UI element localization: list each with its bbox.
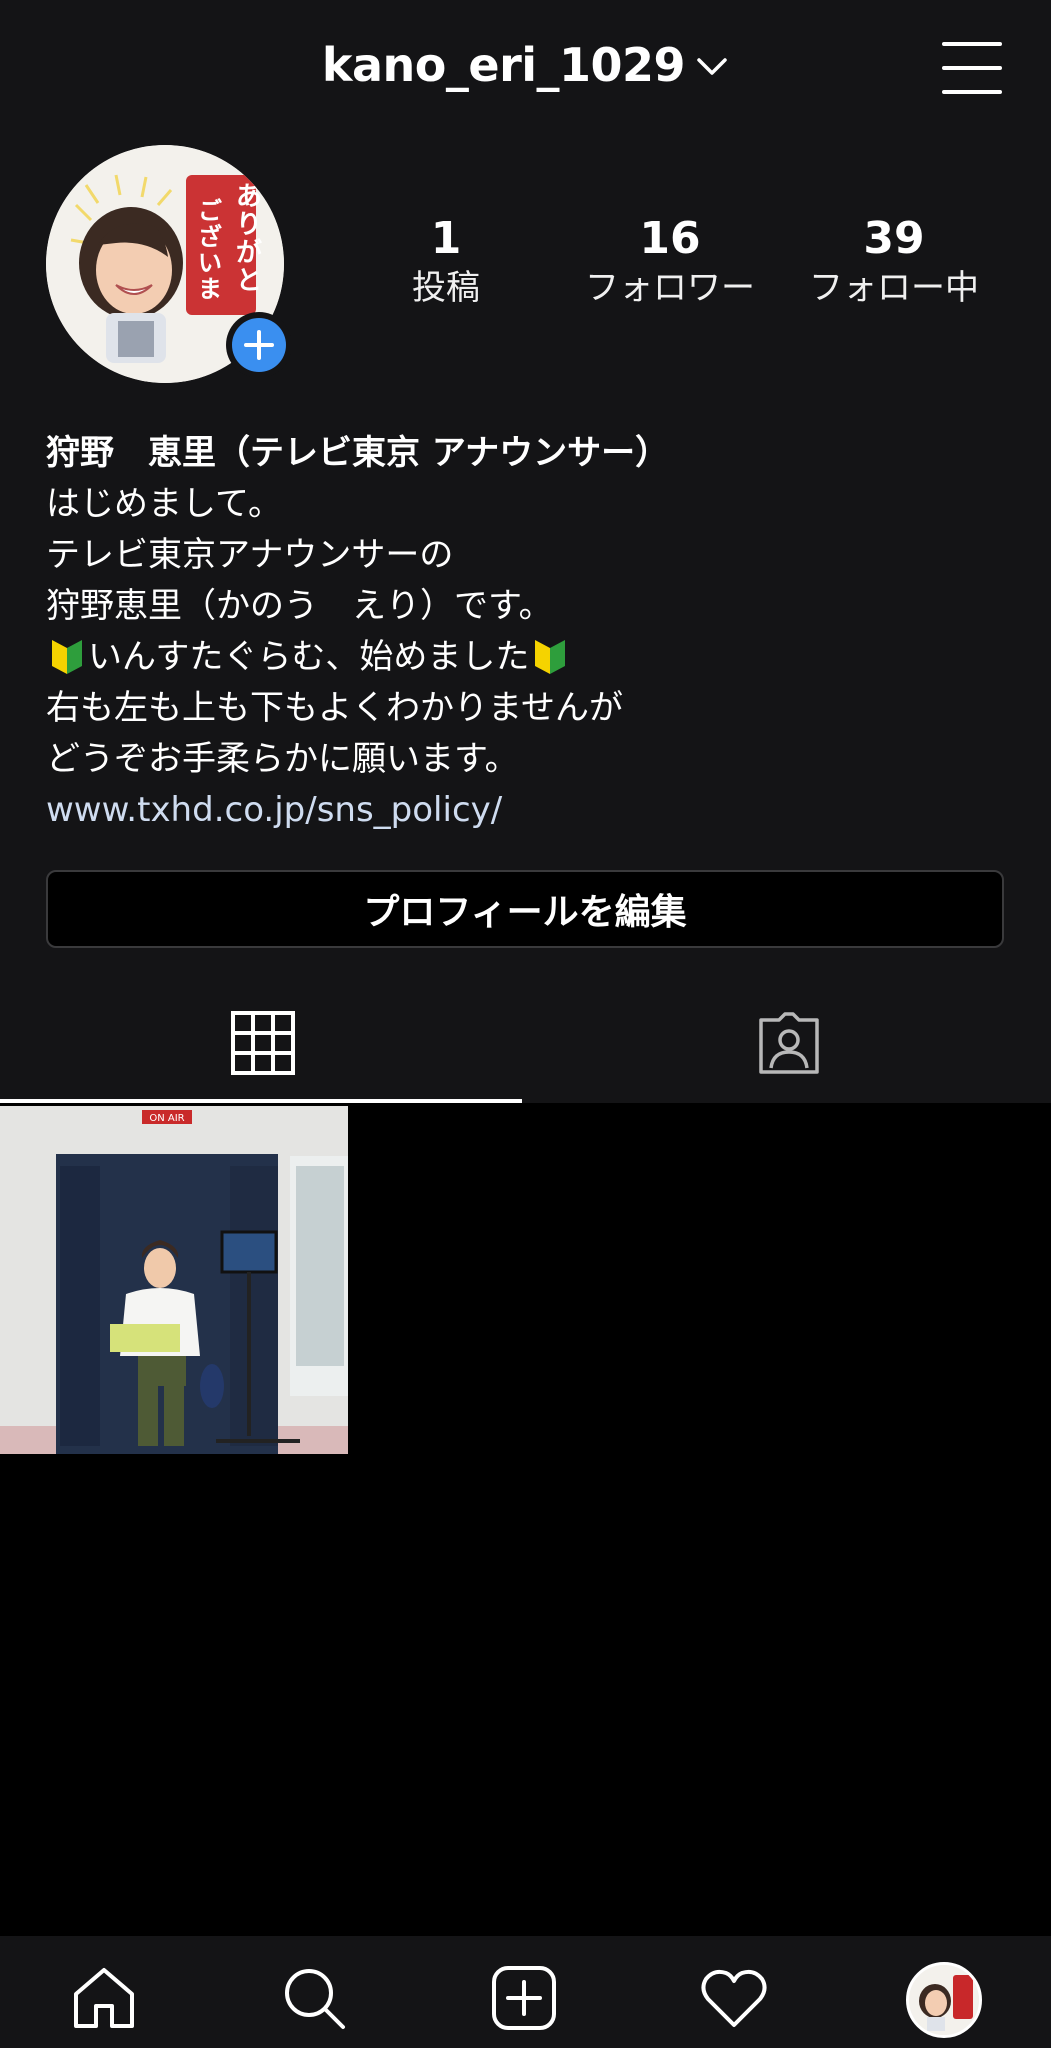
home-tab[interactable] xyxy=(64,1958,144,2038)
bio-line-text: いんすたぐらむ、始めました xyxy=(88,637,530,677)
beginner-mark-icon xyxy=(535,640,566,674)
home-icon xyxy=(74,1968,134,2028)
new-post-tab[interactable] xyxy=(484,1958,564,2038)
profile-tab-avatar[interactable] xyxy=(906,1962,982,2038)
plus-icon xyxy=(244,330,274,360)
svg-text:ま: ま xyxy=(198,275,222,303)
stat-followers[interactable]: 16 フォロワー xyxy=(570,212,770,310)
header: kano_eri_1029 xyxy=(0,0,1051,140)
post-image: ON AIR xyxy=(0,1106,348,1454)
stat-following-label: フォロー中 xyxy=(809,268,979,308)
account-switcher[interactable]: kano_eri_1029 xyxy=(0,38,1051,92)
bio-line: 右も左も上も下もよくわかりませんが xyxy=(46,688,623,728)
edit-profile-button[interactable]: プロフィールを編集 xyxy=(46,870,1004,948)
stat-following[interactable]: 39 フォロー中 xyxy=(794,212,994,310)
active-tab-indicator xyxy=(0,1099,522,1103)
svg-text:と: と xyxy=(236,266,262,296)
heart-icon xyxy=(701,1969,767,2027)
search-tab[interactable] xyxy=(274,1958,354,2038)
tab-posts-grid[interactable] xyxy=(0,985,525,1101)
activity-tab[interactable] xyxy=(694,1958,774,2038)
stat-following-value: 39 xyxy=(863,213,925,264)
grid-icon xyxy=(230,1011,295,1075)
bottom-tab-bar xyxy=(0,1936,1051,2048)
bio-link[interactable]: www.txhd.co.jp/sns_policy/ xyxy=(46,785,1006,836)
svg-text:ご: ご xyxy=(198,197,222,225)
stat-followers-value: 16 xyxy=(639,213,701,264)
stat-followers-label: フォロワー xyxy=(585,268,755,308)
svg-text:ざ: ざ xyxy=(198,223,222,251)
add-story-button[interactable] xyxy=(226,312,292,378)
chevron-down-icon xyxy=(697,58,727,75)
svg-text:い: い xyxy=(198,249,222,277)
new-post-icon xyxy=(492,1966,556,2030)
avatar-image xyxy=(909,1965,979,2035)
beginner-mark-icon xyxy=(52,640,82,674)
display-name: 狩野 恵里（テレビ東京 アナウンサー） xyxy=(46,433,670,473)
username: kano_eri_1029 xyxy=(321,38,686,92)
svg-text:り: り xyxy=(236,210,262,240)
bio-line: はじめまして。 xyxy=(46,484,282,524)
hamburger-menu-icon[interactable] xyxy=(940,38,1004,98)
tab-tagged[interactable] xyxy=(526,985,1051,1101)
svg-text:が: が xyxy=(236,237,262,268)
post-thumbnail[interactable]: ON AIR xyxy=(0,1106,348,1454)
bio: 狩野 恵里（テレビ東京 アナウンサー） はじめまして。 テレビ東京アナウンサーの… xyxy=(46,428,1006,836)
stat-posts-label: 投稿 xyxy=(412,268,480,308)
stat-posts-value: 1 xyxy=(430,213,462,264)
tagged-person-icon xyxy=(758,1012,819,1074)
bio-line: どうぞお手柔らかに願います。 xyxy=(46,739,519,779)
search-icon xyxy=(285,1969,345,2029)
post-sign-text: ON AIR xyxy=(149,1113,184,1124)
bio-line: テレビ東京アナウンサーの xyxy=(46,535,454,575)
bio-line-with-emoji: いんすたぐらむ、始めました xyxy=(46,632,1006,683)
stat-posts[interactable]: 1 投稿 xyxy=(346,212,546,310)
bio-line: 狩野恵里（かのう えり）です。 xyxy=(46,586,553,626)
